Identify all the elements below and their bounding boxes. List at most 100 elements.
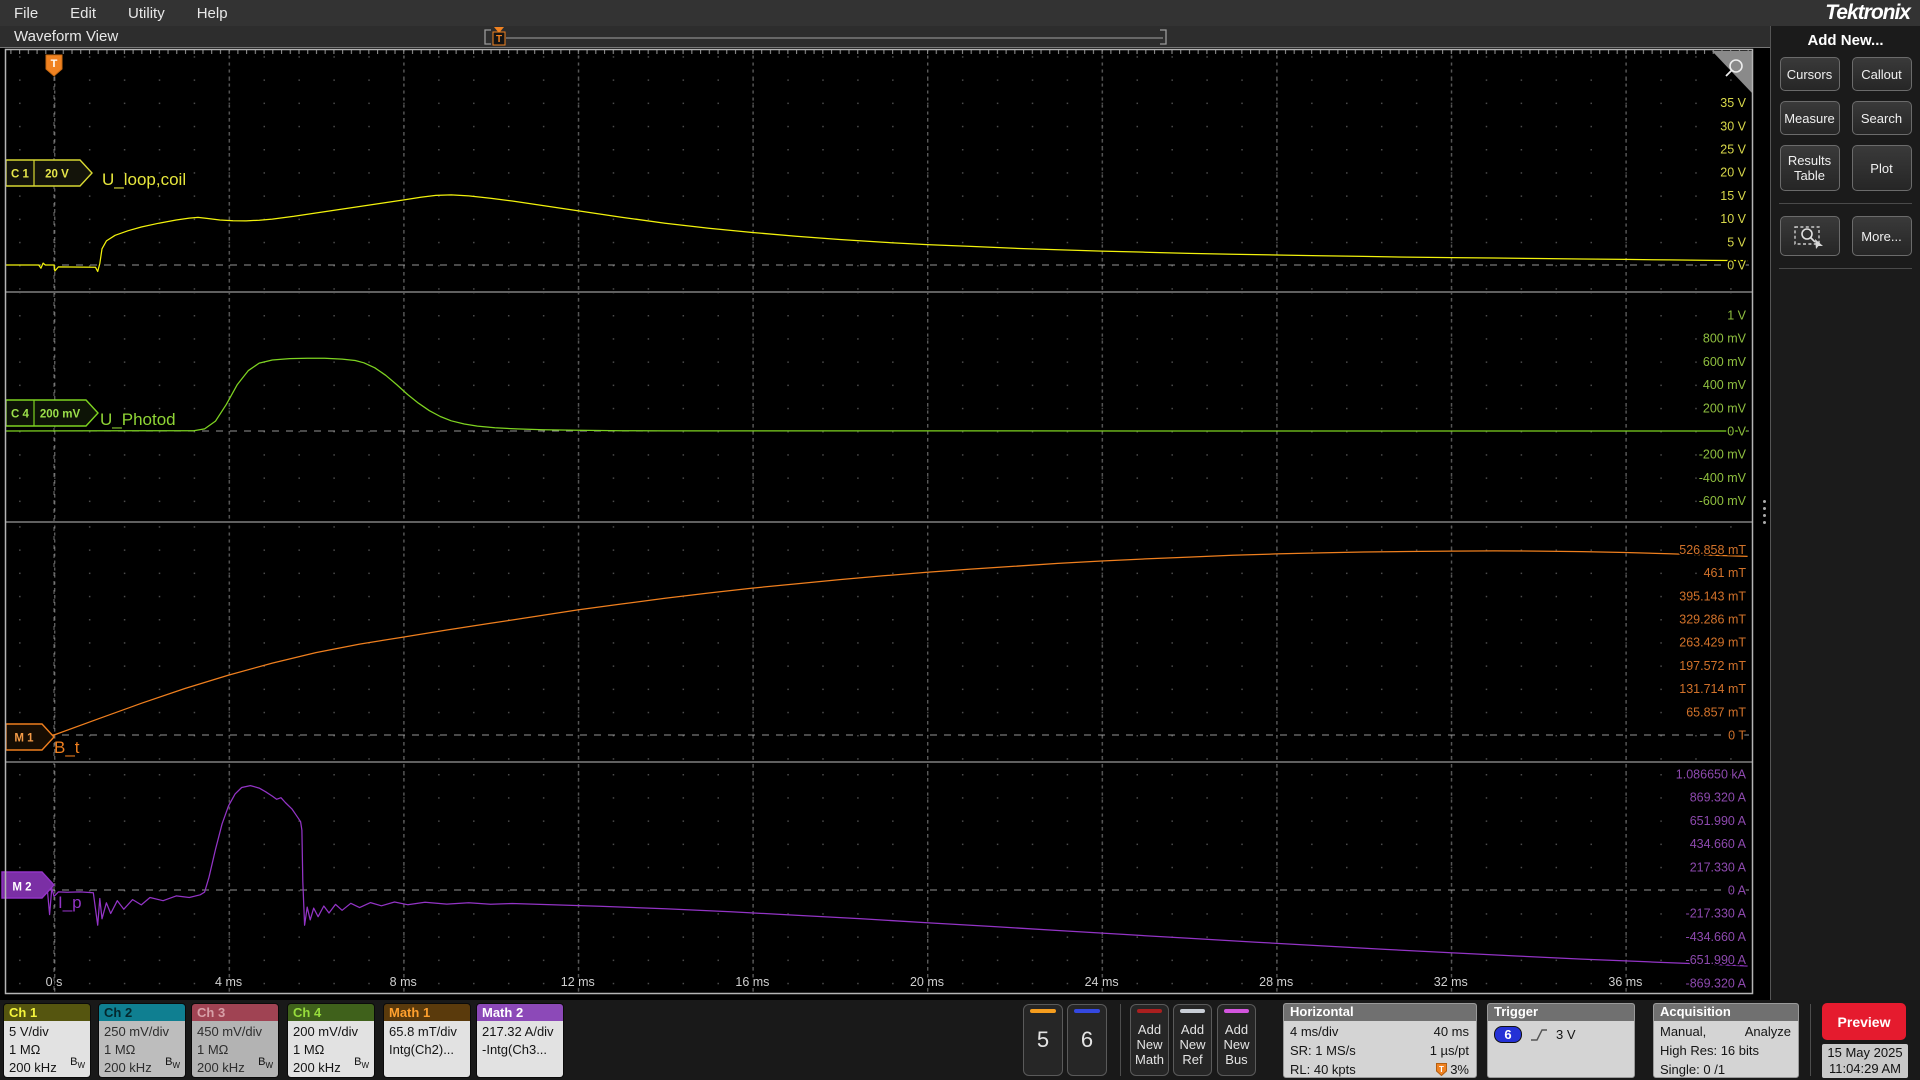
menu-item-utility[interactable]: Utility (112, 5, 181, 22)
trace-label-uphotod[interactable]: U_Photod (100, 410, 176, 429)
add-new-math-button[interactable]: Add New Math (1130, 1004, 1169, 1076)
y-axis-tick-label: 35 V (1720, 96, 1746, 110)
grid-major-columns (6, 522, 1752, 762)
channel-badge-math1[interactable]: Math 1 65.8 mT/div Intg(Ch2)... (383, 1003, 471, 1078)
divider (1120, 1004, 1121, 1076)
channel-setting: 450 mV/div (197, 1024, 263, 1039)
horizontal-position-scrollbar[interactable]: T (483, 26, 1183, 48)
add-new-bus-button[interactable]: Add New Bus (1217, 1004, 1256, 1076)
cursors-button[interactable]: Cursors (1779, 57, 1840, 91)
channel-badge-title: Ch 2 (99, 1004, 185, 1021)
channel-6-button[interactable]: 6 (1067, 1004, 1107, 1076)
channel-badge-title: Ch 3 (192, 1004, 278, 1021)
source-color-stripe (1180, 1009, 1205, 1013)
y-axis-tick-label: 15 V (1720, 189, 1746, 203)
y-axis-tick-label: -869.320 A (1686, 976, 1747, 990)
y-axis-tick-label: 30 V (1720, 119, 1746, 133)
ch1-scale-badge[interactable]: C 1 20 V (5, 159, 93, 187)
tektronix-logo: Tektronix (1825, 1, 1911, 24)
x-axis-tick-label: 20 ms (910, 975, 944, 989)
channel-setting: 200 mV/div (293, 1024, 359, 1039)
zoom-select-icon (1793, 226, 1823, 249)
channel-badge-math2[interactable]: Math 2 217.32 A/div -Intg(Ch3... (476, 1003, 564, 1078)
menu-item-edit[interactable]: Edit (54, 5, 112, 22)
add-new-ref-button[interactable]: Add New Ref (1173, 1004, 1212, 1076)
y-axis-tick-label: 651.990 A (1690, 814, 1747, 828)
bandwidth-limit-indicator: BW (354, 1055, 369, 1070)
trace-label-ip[interactable]: I_p (58, 893, 82, 912)
y-axis-tick-label: 1.086650 kA (1676, 768, 1747, 782)
time: 11:04:29 AM (1828, 1061, 1902, 1076)
y-axis-tick-label: -400 mV (1699, 471, 1747, 485)
y-axis-tick-label: -217.330 A (1686, 907, 1747, 921)
svg-text:M 2: M 2 (12, 882, 31, 894)
divider (1810, 1004, 1811, 1076)
bottom-status-bar: Ch 15 V/div 1 MΩ 200 kHz BW Ch 2 250 mV/div 1 … (0, 1000, 1920, 1080)
trigger-panel[interactable]: Trigger 6 3 V (1487, 1003, 1635, 1078)
y-axis-tick-label: 0 V (1727, 425, 1746, 439)
channel-setting: Intg(Ch2)... (389, 1042, 455, 1057)
y-axis-tick-label: 20 V (1720, 166, 1746, 180)
menu-item-file[interactable]: File (0, 5, 54, 22)
y-axis-tick-label: 263.429 mT (1679, 636, 1746, 650)
y-axis-tick-label: 434.660 A (1690, 837, 1747, 851)
channel-badge-settings: 5 V/div 1 MΩ 200 kHz BW (4, 1021, 90, 1077)
y-axis-tick-label: -600 mV (1699, 494, 1747, 508)
plot-button[interactable]: Plot (1851, 145, 1912, 191)
source-color-stripe (1224, 1009, 1249, 1013)
zoom-select-button[interactable] (1779, 216, 1840, 256)
channel-setting: 250 mV/div (104, 1024, 170, 1039)
horizontal-row: RL: 40 kpts T 3% (1290, 1060, 1469, 1077)
x-axis-tick-label: 24 ms (1085, 975, 1119, 989)
x-axis-tick-label: 28 ms (1259, 975, 1293, 989)
waveform-display[interactable]: T 35 V 30 V 25 V 20 V 15 V 10 V 5 V 0 V 1 V 800 mV… (0, 0, 1772, 1000)
horizontal-panel[interactable]: Horizontal 4 ms/div 40 ms SR: 1 MS/s 1 µs/p… (1283, 1003, 1477, 1078)
acquisition-panel[interactable]: Acquisition Manual, Analyze High Res: 16… (1653, 1003, 1799, 1078)
y-axis-tick-label: 526.858 mT (1679, 543, 1746, 557)
channel-color-stripe (1074, 1009, 1100, 1013)
ch4-scale-badge[interactable]: C 4 200 mV (5, 399, 99, 427)
math2-badge[interactable]: M 2 (1, 871, 55, 899)
grid-major-columns (6, 50, 1752, 292)
more-button[interactable]: More... (1851, 216, 1912, 256)
panel-separator (1779, 203, 1912, 204)
channel-setting: 65.8 mT/div (389, 1024, 457, 1039)
y-axis-tick-label: 869.320 A (1690, 791, 1747, 805)
y-axis-tick-label: 131.714 mT (1679, 682, 1746, 696)
channel-badge-settings: 217.32 A/div -Intg(Ch3... (477, 1021, 563, 1077)
y-axis-tick-label: 1 V (1727, 309, 1746, 323)
y-axis-tick-label: -434.660 A (1686, 930, 1747, 944)
measure-button[interactable]: Measure (1779, 101, 1840, 135)
y-axis-tick-label: 329.286 mT (1679, 613, 1746, 627)
acq-single: Single: 0 /1 (1660, 1062, 1726, 1077)
search-button[interactable]: Search (1851, 101, 1912, 135)
date: 15 May 2025 (1827, 1045, 1903, 1060)
channel-badge-ch2[interactable]: Ch 2 250 mV/div 1 MΩ 200 kHz BW (98, 1003, 186, 1078)
trace-label-uloopcoil[interactable]: U_loop,coil (102, 170, 186, 189)
panel-splitter-handle[interactable] (1761, 500, 1767, 524)
panel-separator (1779, 268, 1912, 269)
y-axis-tick-label: 65.857 mT (1686, 705, 1746, 719)
channel-badge-ch3[interactable]: Ch 3 450 mV/div 1 MΩ 200 kHz BW (191, 1003, 279, 1078)
channel-badge-ch4[interactable]: Ch 4 200 mV/div 1 MΩ 200 kHz BW (287, 1003, 375, 1078)
y-axis-tick-label: 0 V (1727, 259, 1746, 273)
preview-button[interactable]: Preview (1822, 1003, 1906, 1040)
svg-text:200 mV: 200 mV (40, 409, 81, 421)
add-new-buttons: Cursors Callout Measure Search Results Table… (1771, 57, 1920, 191)
svg-text:20 V: 20 V (45, 169, 69, 181)
svg-text:T: T (1439, 1065, 1444, 1074)
menu-bar: File Edit Utility Help (0, 0, 1920, 26)
y-axis-tick-label: 395.143 mT (1679, 589, 1746, 603)
svg-text:T: T (496, 34, 502, 45)
trace-label-bt[interactable]: B_t (54, 738, 80, 757)
channel-badge-settings: 450 mV/div 1 MΩ 200 kHz BW (192, 1021, 278, 1077)
add-new-panel: Add New... Cursors Callout Measure Search Re… (1762, 26, 1920, 1000)
channel-badge-ch1[interactable]: Ch 15 V/div 1 MΩ 200 kHz BW (3, 1003, 91, 1078)
bandwidth-limit-indicator: BW (70, 1055, 85, 1070)
channel-5-button[interactable]: 5 (1023, 1004, 1063, 1076)
callout-button[interactable]: Callout (1851, 57, 1912, 91)
waveform-view-titlebar: Waveform View T (0, 26, 1770, 48)
menu-item-help[interactable]: Help (181, 5, 244, 22)
svg-text:M 1: M 1 (14, 733, 34, 745)
results-table-button[interactable]: Results Table (1779, 145, 1840, 191)
